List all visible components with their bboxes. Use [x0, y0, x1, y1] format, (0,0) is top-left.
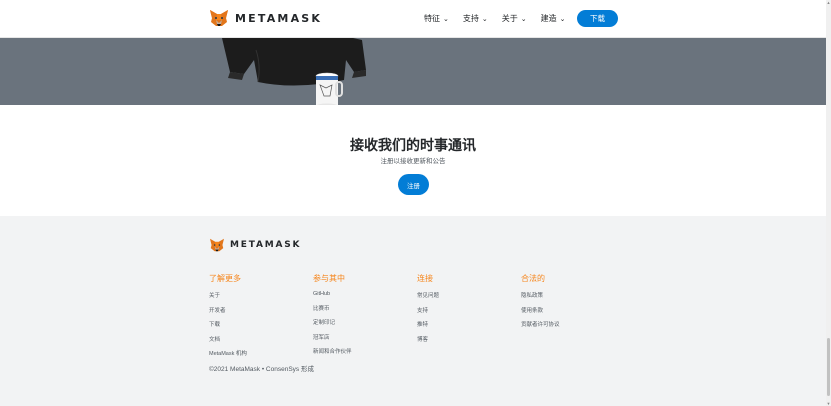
nav-menu: 特征 ⌄ 支持 ⌄ 关于 ⌄ 建造 ⌄: [424, 13, 580, 24]
chevron-down-icon: ⌄: [559, 15, 566, 23]
footer-link-faq[interactable]: 常见问题: [417, 291, 439, 299]
footer-link-bounty[interactable]: 比赛币: [313, 304, 352, 312]
scrollbar-thumb[interactable]: [827, 338, 830, 396]
footer-column-legal: 合法的 隐私政策 使用条款 贡献者许可协议: [521, 273, 560, 335]
copyright-text: ©2021 MetaMask • ConsenSys 形成: [209, 366, 314, 373]
footer-link-blog[interactable]: 博客: [417, 335, 439, 343]
scroll-down-arrow-icon[interactable]: ▼: [826, 401, 831, 406]
footer-link-download[interactable]: 下载: [209, 320, 247, 328]
nav-item-label: 特征: [424, 14, 440, 23]
footer-link-privacy[interactable]: 隐私政策: [521, 291, 560, 299]
column-heading: 了解更多: [209, 274, 241, 283]
nav-item-support[interactable]: 支持 ⌄: [463, 13, 488, 24]
footer-link-docs[interactable]: 文档: [209, 335, 247, 343]
column-heading: 参与其中: [313, 274, 345, 283]
footer-link-developers[interactable]: 开发者: [209, 306, 247, 314]
footer-link-about[interactable]: 关于: [209, 291, 247, 299]
nav-item-features[interactable]: 特征 ⌄: [424, 13, 449, 24]
footer-logo[interactable]: METAMASK: [209, 238, 301, 252]
signup-button[interactable]: 注册: [398, 174, 429, 195]
top-nav: METAMASK 特征 ⌄ 支持 ⌄ 关于 ⌄ 建造 ⌄ 下载: [0, 0, 826, 38]
footer-link-support[interactable]: 支持: [417, 306, 439, 314]
footer-column-learn-more: 了解更多 关于 开发者 下载 文档 MetaMask 机构: [209, 273, 247, 364]
footer: METAMASK 了解更多 关于 开发者 下载 文档 MetaMask 机构 参…: [0, 216, 826, 406]
metamask-logo[interactable]: METAMASK: [209, 9, 322, 27]
hero-banner: [0, 38, 826, 105]
metamask-fox-icon: [210, 10, 228, 26]
column-heading: 连接: [417, 274, 433, 283]
newsletter-subtitle: 注册以接收更新和公告: [380, 158, 446, 165]
nav-item-label: 关于: [501, 14, 518, 23]
footer-link-twitter[interactable]: 推特: [417, 320, 439, 328]
brand-wordmark: METAMASK: [235, 11, 323, 25]
download-button[interactable]: 下载: [577, 10, 618, 27]
nav-item-label: 建造: [540, 14, 557, 23]
footer-link-swag-store[interactable]: 冠军店: [313, 333, 352, 341]
nav-item-label: 支持: [462, 14, 479, 23]
footer-link-institutional[interactable]: MetaMask 机构: [209, 349, 247, 357]
newsletter-title: 接收我们的时事通讯: [350, 137, 476, 153]
footer-link-cla[interactable]: 贡献者许可协议: [521, 320, 560, 328]
footer-link-github[interactable]: GitHub: [313, 291, 352, 297]
merch-image: [222, 38, 366, 105]
nav-item-about[interactable]: 关于 ⌄: [502, 13, 527, 24]
chevron-down-icon: ⌄: [443, 15, 449, 23]
nav-item-build[interactable]: 建造 ⌄: [541, 13, 566, 24]
footer-link-press-partners[interactable]: 新闻和合作伙伴: [313, 347, 352, 355]
footer-wordmark: METAMASK: [230, 240, 302, 250]
footer-column-connect: 连接 常见问题 支持 推特 博客: [417, 273, 439, 349]
chevron-down-icon: ⌄: [481, 15, 488, 23]
footer-link-terms[interactable]: 使用条款: [521, 306, 560, 314]
chevron-down-icon: ⌄: [520, 15, 527, 23]
scroll-up-arrow-icon[interactable]: ▲: [826, 0, 831, 5]
newsletter-section: 接收我们的时事通讯 注册以接收更新和公告 注册: [0, 105, 826, 216]
footer-column-get-involved: 参与其中 GitHub 比赛币 定制印记 冠军店 新闻和合作伙伴: [313, 273, 352, 362]
column-heading: 合法的: [521, 274, 545, 283]
footer-link-custom-imprint[interactable]: 定制印记: [313, 318, 352, 326]
metamask-fox-icon: [210, 238, 224, 252]
